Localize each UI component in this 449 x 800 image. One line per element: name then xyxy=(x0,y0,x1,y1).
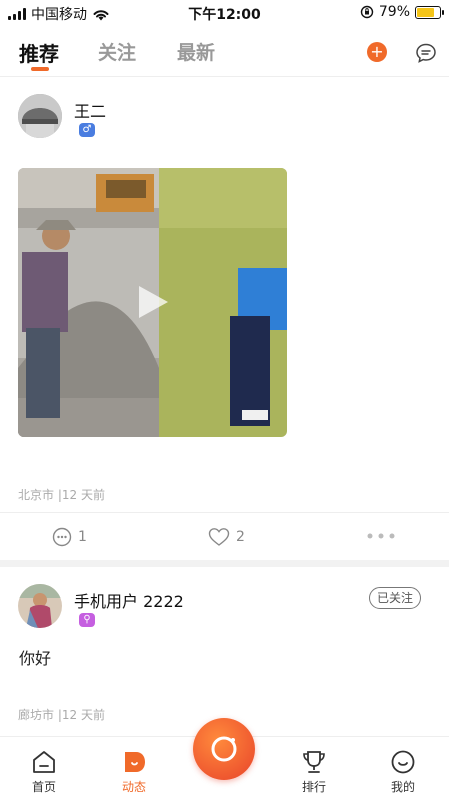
tab-profile[interactable]: 我的 xyxy=(373,737,433,800)
post-separator xyxy=(0,560,449,567)
plus-circle-icon[interactable]: + xyxy=(367,42,387,62)
more-icon[interactable] xyxy=(366,532,396,540)
heart-icon xyxy=(208,528,230,546)
tab-following[interactable]: 关注 xyxy=(98,38,136,65)
rotation-lock-icon xyxy=(360,5,374,19)
play-icon[interactable] xyxy=(136,284,170,320)
post-text: 你好 xyxy=(19,649,52,668)
trophy-icon xyxy=(303,751,325,773)
like-count: 2 xyxy=(236,529,245,545)
avatar-image xyxy=(18,584,62,628)
avatar-image xyxy=(18,94,62,138)
camera-button[interactable] xyxy=(193,718,255,780)
tab-ranking[interactable]: 排行 xyxy=(284,737,344,800)
status-right: 79% xyxy=(360,4,444,20)
male-badge-icon: ♂ xyxy=(79,123,95,137)
tab-moments-label: 动态 xyxy=(121,780,146,794)
comment-count: 1 xyxy=(78,529,87,545)
tab-home-label: 首页 xyxy=(31,780,56,794)
tab-profile-label: 我的 xyxy=(390,780,415,794)
post-location-time: 北京市 |12 天前 xyxy=(18,488,105,502)
top-nav: 推荐 关注 最新 + xyxy=(0,30,449,76)
moments-icon xyxy=(125,752,145,772)
comment-button[interactable]: 1 xyxy=(52,527,87,547)
active-tab-indicator xyxy=(31,67,49,71)
tab-moments[interactable]: 动态 xyxy=(104,737,164,800)
followed-button[interactable]: 已关注 xyxy=(369,587,421,609)
video-thumbnail[interactable] xyxy=(18,168,287,437)
profile-icon xyxy=(391,750,415,774)
female-badge-icon: ⚲ xyxy=(79,613,95,627)
tab-home[interactable]: 首页 xyxy=(14,737,74,800)
avatar[interactable] xyxy=(18,94,62,138)
like-button[interactable]: 2 xyxy=(208,527,245,547)
battery-level xyxy=(417,7,435,17)
home-icon xyxy=(33,751,55,773)
camera-icon xyxy=(211,736,237,762)
post-meta-divider xyxy=(0,512,449,513)
avatar[interactable] xyxy=(18,584,62,628)
comment-icon xyxy=(52,527,72,547)
battery-icon xyxy=(415,5,444,19)
tab-ranking-label: 排行 xyxy=(301,780,326,794)
chat-bubble-icon[interactable] xyxy=(415,42,437,64)
battery-percent: 79% xyxy=(378,4,410,20)
tab-latest[interactable]: 最新 xyxy=(177,38,215,65)
post-location-time: 廊坊市 |12 天前 xyxy=(18,708,105,722)
post-username[interactable]: 手机用户 2222 xyxy=(74,588,184,612)
nav-divider xyxy=(0,76,449,77)
tab-recommend[interactable]: 推荐 xyxy=(19,38,59,67)
status-bar: 中国移动 下午12:00 79% xyxy=(0,0,449,26)
post-username[interactable]: 王二 xyxy=(74,98,106,122)
